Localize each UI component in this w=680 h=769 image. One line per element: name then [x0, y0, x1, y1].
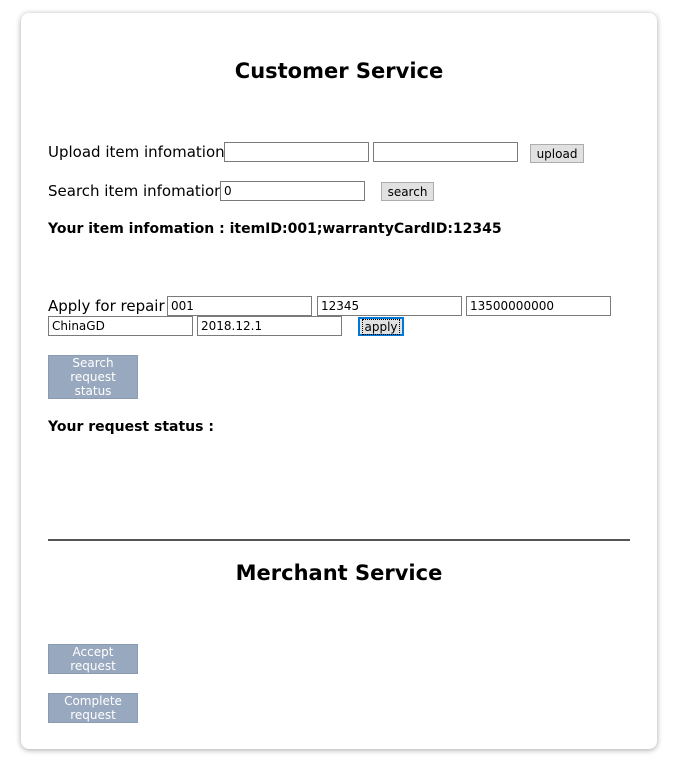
search-button[interactable]: search: [381, 182, 434, 201]
search-item-input[interactable]: [220, 181, 365, 201]
repair-date-field[interactable]: [197, 316, 342, 336]
repair-label: Apply for repair :: [48, 297, 175, 315]
complete-request-button[interactable]: Complete request: [48, 693, 138, 723]
section-divider: [48, 539, 630, 541]
request-status-text: Your request status :: [48, 419, 214, 435]
upload-field-2[interactable]: [373, 142, 518, 162]
repair-address-field[interactable]: [48, 316, 193, 336]
item-info-text: Your item infomation : itemID:001;warran…: [48, 221, 502, 237]
apply-button[interactable]: apply: [358, 317, 404, 336]
search-request-status-button[interactable]: Search request status: [48, 355, 138, 399]
upload-field-1[interactable]: [224, 142, 369, 162]
apply-button-label: apply: [362, 318, 400, 335]
repair-item-id-field[interactable]: [167, 296, 312, 316]
merchant-service-title: Merchant Service: [235, 561, 443, 585]
customer-service-title: Customer Service: [234, 59, 444, 83]
search-label: Search item infomation :: [48, 182, 234, 200]
main-card: Customer Service Upload item infomation …: [21, 13, 657, 749]
upload-button[interactable]: upload: [530, 144, 584, 163]
repair-warranty-id-field[interactable]: [317, 296, 462, 316]
accept-request-button[interactable]: Accept request: [48, 644, 138, 674]
repair-phone-field[interactable]: [466, 296, 611, 316]
upload-label: Upload item infomation :: [48, 143, 235, 161]
